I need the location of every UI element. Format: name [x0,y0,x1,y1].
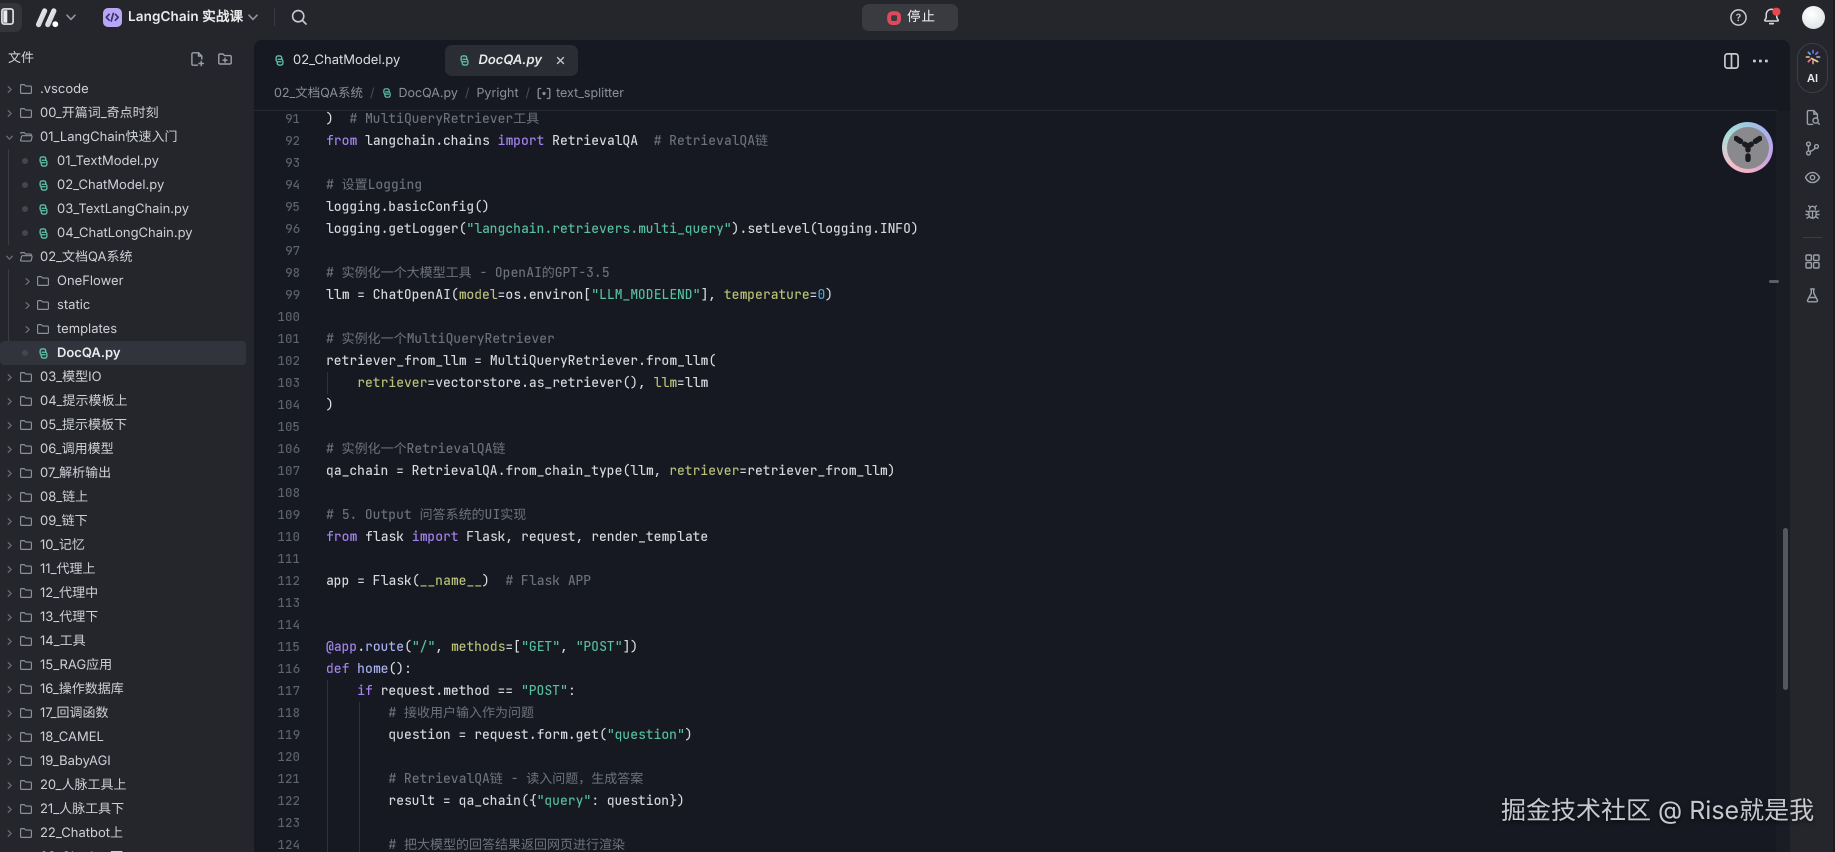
svg-text:?: ? [1736,12,1741,24]
